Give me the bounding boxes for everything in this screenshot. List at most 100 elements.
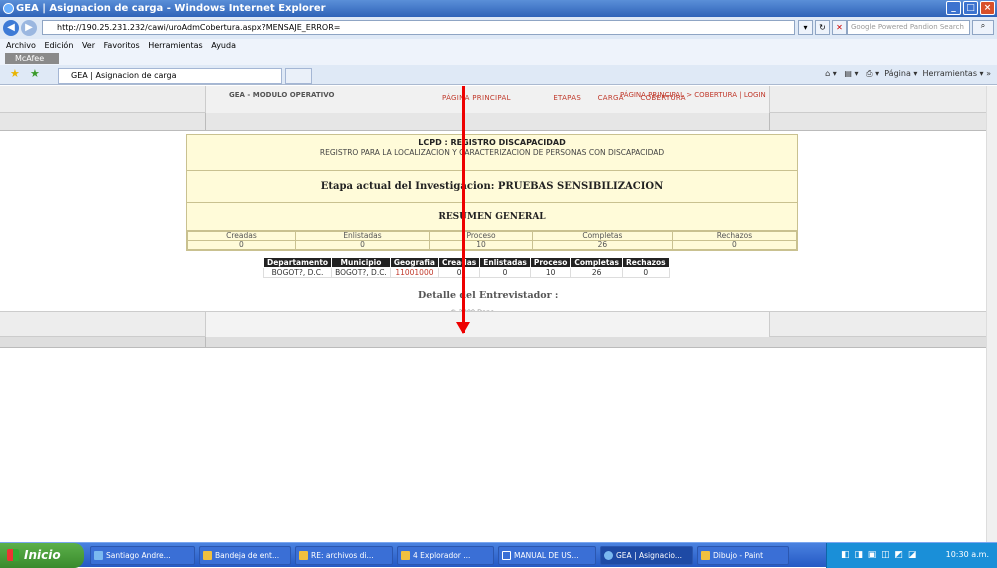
back-button[interactable]: ◀ (3, 20, 19, 36)
taskbar-item-label: Dibujo - Paint (713, 551, 764, 560)
interviewer-detail-label: Detalle del Entrevistador : (418, 290, 559, 301)
tools-menu[interactable]: Herramientas (923, 69, 978, 78)
module-label: GEA - MODULO OPERATIVO (229, 91, 335, 99)
address-row: ◀ ▶ http://190.25.231.232/cawi/uroAdmCob… (0, 17, 997, 39)
vertical-scrollbar[interactable] (986, 86, 997, 542)
page-content: PÁGINA PRINCIPAL ETAPAS CARGA COBERTURA … (0, 86, 986, 542)
feeds-icon[interactable]: ▤ ▾ (844, 69, 858, 78)
annotation-arrow-head (456, 322, 470, 334)
maximize-button[interactable]: □ (963, 1, 978, 15)
word-icon (502, 551, 511, 560)
refresh-icon[interactable]: ↻ (815, 20, 830, 35)
taskbar-item-label: Santiago Andre... (106, 551, 171, 560)
command-bar: ⌂ ▾ ▤ ▾ ⎙ ▾ Página ▾ Herramientas ▾ » (825, 69, 991, 78)
summary-panel: LCPD : REGISTRO DISCAPACIDAD REGISTRO PA… (186, 134, 798, 251)
clock: 10:30 a.m. (945, 550, 989, 559)
ie-logo-icon (3, 3, 14, 14)
taskbar-item-label: MANUAL DE US... (514, 551, 579, 560)
search-input[interactable]: Google Powered Pandion Search (847, 20, 970, 35)
detail-header: Enlistadas (479, 257, 531, 268)
taskbar-item[interactable]: Santiago Andre... (90, 546, 195, 565)
detail-header: Creadas (437, 257, 481, 268)
menu-item-edicion[interactable]: Edición (44, 41, 73, 50)
taskbar-item-label: RE: archivos di... (311, 551, 374, 560)
detail-cell: 10 (529, 267, 572, 278)
taskbar-item-active[interactable]: GEA | Asignacio... (600, 546, 693, 565)
detail-cell: BOGOT?, D.C. (262, 267, 333, 278)
detail-header: Departamento (262, 257, 333, 268)
messenger-icon (94, 551, 103, 560)
ie-icon (604, 551, 613, 560)
favorites-star-icon[interactable]: ★ (10, 67, 20, 80)
taskbar-item[interactable]: MANUAL DE US... (498, 546, 596, 565)
detail-header: Proceso (529, 257, 572, 268)
nav-link-pagina-principal[interactable]: PÁGINA PRINCIPAL (442, 94, 511, 102)
summary-table: Creadas Enlistadas Proceso Completas Rec… (187, 231, 798, 250)
footer-inner (205, 312, 770, 338)
footer-band-2 (0, 337, 986, 348)
nav-link-etapas[interactable]: ETAPAS (553, 94, 581, 102)
outlook-icon (203, 551, 212, 560)
taskbar-item[interactable]: Bandeja de ent... (199, 546, 291, 565)
start-button[interactable]: Inicio (0, 543, 84, 568)
module-band (0, 113, 986, 131)
detail-header-row: Departamento Municipio Geografia Creadas… (262, 257, 670, 268)
menu-item-archivo[interactable]: Archivo (6, 41, 36, 50)
header-band: PÁGINA PRINCIPAL ETAPAS CARGA COBERTURA (0, 86, 986, 113)
home-icon[interactable]: ⌂ ▾ (825, 69, 837, 78)
detail-table: Departamento Municipio Geografia Creadas… (262, 257, 670, 278)
address-bar[interactable]: http://190.25.231.232/cawi/uroAdmCobertu… (42, 20, 795, 35)
tray-icons[interactable]: ◧ ◨ ▣ ◫ ◩ ◪ (841, 550, 917, 560)
summary-value: 0 (671, 240, 798, 250)
taskbar: Inicio Santiago Andre... Bandeja de ent.… (0, 542, 997, 568)
detail-header: Municipio (331, 257, 391, 268)
detail-cell: BOGOT?, D.C. (331, 267, 391, 278)
window-controls: _ □ × (946, 1, 995, 15)
mcafee-toolbar: McAfee (0, 53, 997, 65)
annotation-arrow-shaft (462, 86, 465, 333)
print-icon[interactable]: ⎙ ▾ (866, 69, 879, 78)
taskbar-item-label: Bandeja de ent... (215, 551, 280, 560)
taskbar-item[interactable]: Dibujo - Paint (697, 546, 789, 565)
project-header: LCPD : REGISTRO DISCAPACIDAD REGISTRO PA… (187, 135, 797, 171)
close-button[interactable]: × (980, 1, 995, 15)
new-tab-button[interactable] (285, 68, 312, 84)
menu-item-ver[interactable]: Ver (82, 41, 95, 50)
minimize-button[interactable]: _ (946, 1, 961, 15)
add-favorite-icon[interactable]: ★ (30, 67, 40, 80)
forward-button[interactable]: ▶ (21, 20, 37, 36)
project-subtitle: REGISTRO PARA LA LOCALIZACION Y CARACTER… (319, 148, 665, 157)
detail-header: Rechazos (621, 257, 670, 268)
geografia-link[interactable]: 11001000 (389, 267, 439, 278)
detail-header: Completas (570, 257, 623, 268)
module-band-inner (205, 113, 770, 131)
menu-item-herramientas[interactable]: Herramientas (148, 41, 203, 50)
search-icon[interactable]: ⌕ (972, 20, 994, 35)
summary-title: RESUMEN GENERAL (187, 203, 797, 231)
menu-item-favoritos[interactable]: Favoritos (104, 41, 140, 50)
summary-value: 0 (294, 240, 431, 250)
footer-divider (205, 337, 206, 348)
stage-label: Etapa actual del Investigacion: PRUEBAS … (187, 171, 797, 203)
summary-value: 10 (429, 240, 533, 250)
summary-value: 0 (187, 240, 296, 250)
tab-gea[interactable]: GEA | Asignacion de carga (58, 68, 282, 84)
start-label: Inicio (24, 548, 61, 562)
taskbar-item[interactable]: RE: archivos di... (295, 546, 393, 565)
window-titlebar: GEA | Asignacion de carga - Windows Inte… (0, 0, 997, 17)
address-buttons: ▾ ↻ ✕ (798, 20, 847, 35)
menu-item-ayuda[interactable]: Ayuda (211, 41, 236, 50)
breadcrumb[interactable]: PÁGINA PRINCIPAL > COBERTURA | LOGIN (620, 91, 766, 99)
detail-cell: 0 (621, 267, 670, 278)
mail-icon (299, 551, 308, 560)
dropdown-icon[interactable]: ▾ (798, 20, 813, 35)
mcafee-button[interactable]: McAfee (5, 53, 59, 64)
taskbar-item[interactable]: 4 Explorador ... (397, 546, 494, 565)
taskbar-item-label: GEA | Asignacio... (616, 551, 683, 560)
summary-header-row: Creadas Enlistadas Proceso Completas Rec… (187, 231, 798, 241)
stop-icon[interactable]: ✕ (832, 20, 847, 35)
tab-row: ★ ★ GEA | Asignacion de carga ⌂ ▾ ▤ ▾ ⎙ … (0, 65, 997, 85)
summary-value-row: 0 0 10 26 0 (187, 240, 798, 250)
menu-bar: Archivo Edición Ver Favoritos Herramient… (0, 39, 997, 53)
page-menu[interactable]: Página (884, 69, 911, 78)
